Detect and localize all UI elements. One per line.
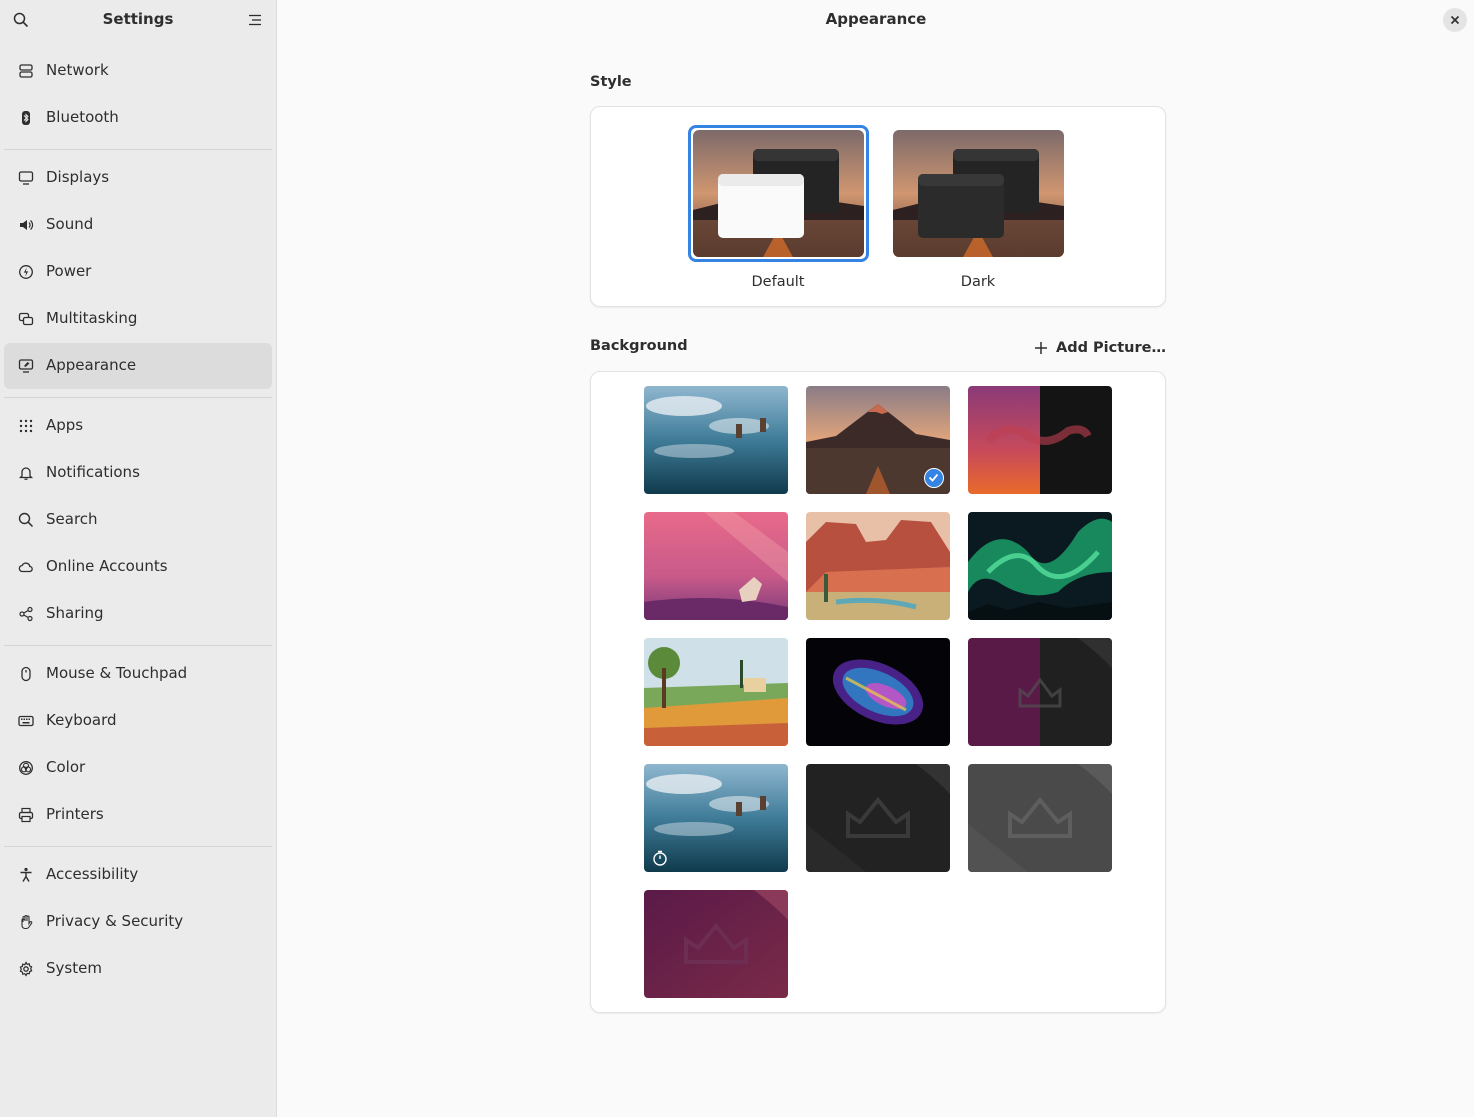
sidebar-item-displays[interactable]: Displays [4,155,272,201]
power-icon [19,265,33,279]
close-button[interactable] [1443,8,1467,32]
sidebar-item-label: Color [46,758,86,776]
sidebar-item-privacy-security[interactable]: Privacy & Security [4,899,272,945]
add-picture-button[interactable]: Add Picture… [1034,336,1166,360]
network-icon [19,64,33,78]
plus-icon [1035,342,1047,354]
add-picture-label: Add Picture… [1056,340,1166,356]
sidebar-item-power[interactable]: Power [4,249,272,295]
sidebar-item-multitasking[interactable]: Multitasking [4,296,272,342]
sidebar-item-sound[interactable]: Sound [4,202,272,248]
wallpaper-lake-reflection-timed[interactable] [644,764,788,872]
sidebar: Settings Network Bluetooth Displays Soun… [0,0,277,1117]
wallpaper-green-aurora[interactable] [968,512,1112,620]
close-icon [1450,15,1460,25]
wallpaper-glass-bulb[interactable] [806,638,950,746]
appearance-icon [18,359,34,373]
color-icon [19,761,33,775]
sidebar-divider [4,645,272,646]
sidebar-item-label: Bluetooth [46,108,119,126]
sidebar-divider [4,397,272,398]
sidebar-item-label: Multitasking [46,309,138,327]
sidebar-item-label: Network [46,61,109,79]
wallpaper-countryside[interactable] [644,638,788,746]
menu-icon[interactable] [247,12,263,28]
sidebar-divider [4,846,272,847]
mouse-icon [21,666,31,682]
sidebar-item-label: Search [46,510,98,528]
cloud-icon [18,562,33,573]
sidebar-item-color[interactable]: Color [4,745,272,791]
background-section-label: Background [590,338,688,354]
wallpaper-gray-crown[interactable] [968,764,1112,872]
wallpaper-split-plum-dark[interactable] [968,638,1112,746]
sidebar-item-search[interactable]: Search [4,497,272,543]
sidebar-item-label: Keyboard [46,711,117,729]
wallpaper-dark-crown[interactable] [806,764,950,872]
bell-icon [18,467,34,480]
style-option-label: Default [751,274,805,290]
sidebar-item-apps[interactable]: Apps [4,403,272,449]
style-option-label: Dark [960,274,996,290]
sidebar-item-system[interactable]: System [4,946,272,992]
sidebar-item-sharing[interactable]: Sharing [4,591,272,637]
selected-check-icon [924,468,944,488]
sidebar-item-label: Online Accounts [46,557,168,575]
sidebar-item-label: System [46,959,102,977]
display-icon [18,171,34,185]
accessibility-icon [20,867,32,882]
sidebar-item-appearance[interactable]: Appearance [4,343,272,389]
sidebar-item-label: Apps [46,416,84,434]
wallpaper-split-purple-dark[interactable] [968,386,1112,494]
printer-icon [18,807,34,823]
sidebar-item-label: Sharing [46,604,104,622]
share-icon [19,606,33,622]
search-icon [18,512,34,528]
hand-icon [21,914,33,930]
sidebar-item-label: Printers [46,805,104,823]
sidebar-item-label: Appearance [46,356,137,374]
sidebar-item-label: Power [46,262,92,280]
sidebar-item-label: Sound [46,215,94,233]
sidebar-item-label: Displays [46,168,110,186]
sidebar-item-online-accounts[interactable]: Online Accounts [4,544,272,590]
gear-icon [19,961,33,977]
apps-grid-icon [19,419,33,433]
wallpaper-lake-reflection[interactable] [644,386,788,494]
sidebar-item-notifications[interactable]: Notifications [4,450,272,496]
sidebar-item-printers[interactable]: Printers [4,792,272,838]
style-preview-default[interactable] [693,130,864,257]
multitasking-icon [18,312,34,326]
bluetooth-icon [22,111,30,125]
style-option-dark[interactable] [893,130,1064,257]
timer-icon [653,850,667,866]
sidebar-item-label: Mouse & Touchpad [46,664,188,682]
sidebar-item-bluetooth[interactable]: Bluetooth [4,95,272,141]
sidebar-title: Settings [102,10,174,28]
sidebar-item-network[interactable]: Network [4,48,272,94]
wallpaper-plum-crown[interactable] [644,890,788,998]
sidebar-item-label: Notifications [46,463,140,481]
sidebar-item-label: Accessibility [46,865,139,883]
sidebar-divider [4,149,272,150]
wallpaper-desert-mesa[interactable] [806,512,950,620]
sidebar-item-mouse-touchpad[interactable]: Mouse & Touchpad [4,651,272,697]
style-card: Default Dark [590,106,1166,307]
sidebar-item-accessibility[interactable]: Accessibility [4,852,272,898]
sidebar-item-keyboard[interactable]: Keyboard [4,698,272,744]
speaker-icon [20,220,34,230]
keyboard-icon [18,715,34,727]
sidebar-item-label: Privacy & Security [46,912,184,930]
sidebar-header: Settings [0,0,276,40]
wallpaper-mountain-sunset[interactable] [806,386,950,494]
page-title: Appearance [825,10,927,28]
style-section-label: Style [590,74,632,90]
wallpaper-pink-numbat[interactable] [644,512,788,620]
